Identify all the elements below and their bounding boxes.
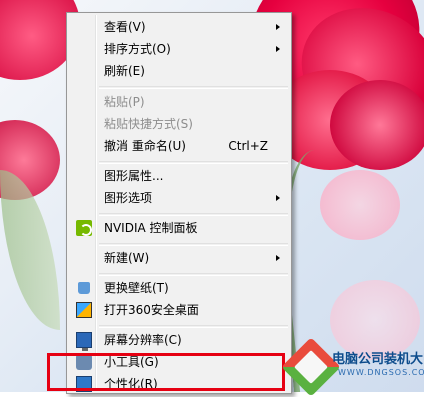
nvidia-icon <box>76 220 92 236</box>
submenu-arrow-icon <box>276 255 280 261</box>
submenu-arrow-icon <box>276 46 280 52</box>
menu-item-shortcut: Ctrl+Z <box>228 139 268 153</box>
menu-separator <box>99 161 288 164</box>
menu-item-screen-resolution[interactable]: 屏幕分辨率(C) <box>70 329 288 351</box>
submenu-arrow-icon <box>276 24 280 30</box>
watermark-title: 电脑公司装机大师 <box>332 352 424 367</box>
menu-item-label: 粘贴(P) <box>104 95 145 109</box>
menu-separator <box>99 213 288 216</box>
menu-item-label: 打开360安全桌面 <box>104 303 199 317</box>
menu-item-label: NVIDIA 控制面板 <box>104 221 198 235</box>
menu-item-graphics-properties[interactable]: 图形属性... <box>70 165 288 187</box>
watermark: 电脑公司装机大师 WWW.DNGSOS.COM <box>281 337 424 397</box>
menu-item-paste[interactable]: 粘贴(P) <box>70 91 288 113</box>
desktop-context-menu: 查看(V) 排序方式(O) 刷新(E) 粘贴(P) 粘贴快捷方式(S) 撤消 重… <box>66 12 292 394</box>
submenu-arrow-icon <box>276 195 280 201</box>
menu-item-new[interactable]: 新建(W) <box>70 247 288 269</box>
menu-separator <box>99 325 288 328</box>
menu-item-sort-by[interactable]: 排序方式(O) <box>70 38 288 60</box>
menu-item-refresh[interactable]: 刷新(E) <box>70 60 288 82</box>
menu-item-label: 图形选项 <box>104 191 153 205</box>
menu-item-label: 撤消 重命名(U) <box>104 139 186 153</box>
menu-item-change-wallpaper[interactable]: 更换壁纸(T) <box>70 277 288 299</box>
menu-item-label: 查看(V) <box>104 20 146 34</box>
menu-item-nvidia-control-panel[interactable]: NVIDIA 控制面板 <box>70 217 288 239</box>
menu-item-graphics-options[interactable]: 图形选项 <box>70 187 288 209</box>
menu-item-label: 刷新(E) <box>104 64 145 78</box>
menu-item-label: 屏幕分辨率(C) <box>104 333 182 347</box>
menu-item-view[interactable]: 查看(V) <box>70 16 288 38</box>
highlight-box <box>47 353 285 391</box>
shirt-icon <box>76 280 92 296</box>
menu-separator <box>99 273 288 276</box>
menu-separator <box>99 243 288 246</box>
monitor-icon <box>76 332 92 351</box>
menu-item-paste-shortcut[interactable]: 粘贴快捷方式(S) <box>70 113 288 135</box>
360-icon <box>76 302 92 318</box>
menu-item-label: 新建(W) <box>104 251 150 265</box>
menu-item-label: 排序方式(O) <box>104 42 171 56</box>
menu-item-label: 粘贴快捷方式(S) <box>104 117 193 131</box>
watermark-logo-icon <box>281 337 341 397</box>
menu-item-label: 图形属性... <box>104 169 164 183</box>
watermark-url: WWW.DNGSOS.COM <box>338 368 424 377</box>
menu-separator <box>99 86 288 89</box>
menu-item-label: 更换壁纸(T) <box>104 281 169 295</box>
menu-item-open-360-desktop[interactable]: 打开360安全桌面 <box>70 299 288 321</box>
menu-item-undo-rename[interactable]: 撤消 重命名(U) Ctrl+Z <box>70 135 288 157</box>
